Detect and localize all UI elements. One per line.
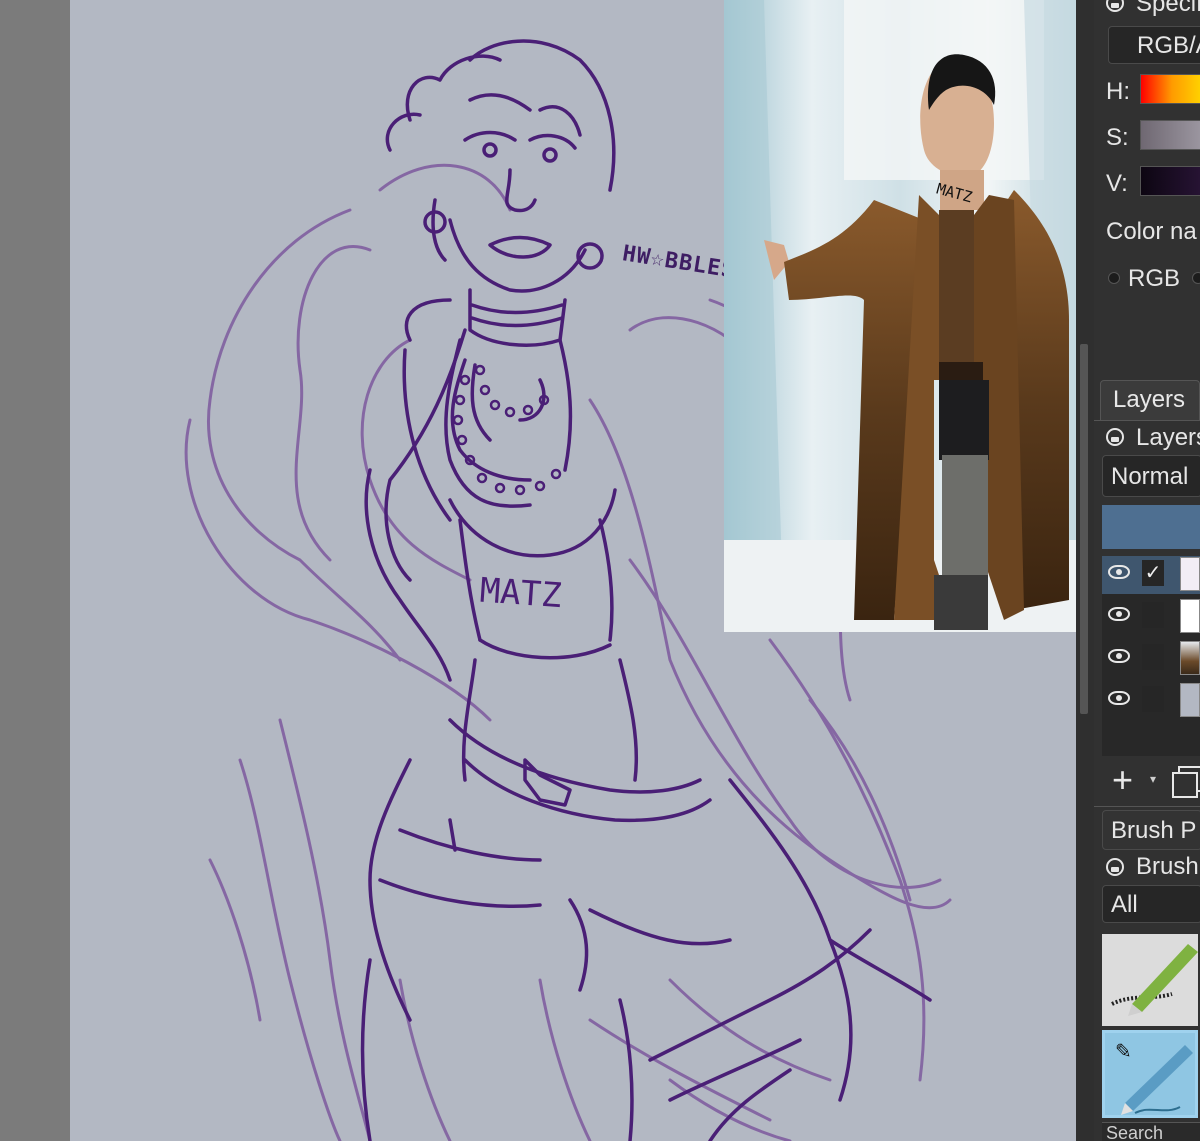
- blend-mode-select[interactable]: Normal: [1102, 455, 1200, 497]
- panel-divider: [1094, 806, 1200, 807]
- brush-header: Brush: [1136, 853, 1199, 880]
- brush-preset[interactable]: [1102, 934, 1198, 1026]
- workspace-background: [0, 0, 70, 1141]
- brush-filter-select[interactable]: All: [1102, 885, 1200, 923]
- eye-icon[interactable]: [1108, 607, 1130, 621]
- layer-check[interactable]: [1142, 686, 1164, 712]
- layer-thumbnail: [1180, 599, 1200, 633]
- right-dock-panel: Specific RGB/A H: S: V: Color na RGB Lay…: [1094, 0, 1200, 1141]
- rgb-radio-label: RGB: [1128, 265, 1181, 292]
- layer-row[interactable]: [1102, 640, 1200, 678]
- layers-lock-icon[interactable]: [1106, 428, 1124, 446]
- saturation-label: S:: [1106, 124, 1129, 151]
- layer-check[interactable]: [1142, 602, 1164, 628]
- tab-divider: [1094, 420, 1200, 421]
- canvas-scrollbar[interactable]: [1076, 0, 1094, 1141]
- value-label: V:: [1106, 170, 1128, 197]
- layer-check[interactable]: [1142, 644, 1164, 670]
- hue-slider[interactable]: [1140, 74, 1200, 104]
- layers-header: Layers: [1136, 424, 1200, 451]
- eye-icon[interactable]: [1108, 649, 1130, 663]
- duplicate-layer-icon[interactable]: [1172, 766, 1200, 798]
- add-layer-button[interactable]: +: [1112, 762, 1133, 798]
- layer-row[interactable]: [1102, 598, 1200, 636]
- reference-photo-image: MATZ: [724, 0, 1076, 632]
- brush-presets-title[interactable]: Brush P: [1102, 810, 1200, 850]
- brush-search-field[interactable]: Search: [1102, 1122, 1200, 1141]
- color-name-label: Color na: [1106, 218, 1197, 245]
- layer-row[interactable]: ✓: [1102, 556, 1200, 594]
- eye-icon[interactable]: [1108, 691, 1130, 705]
- rgb-radio[interactable]: [1108, 272, 1120, 284]
- eye-icon[interactable]: [1108, 565, 1130, 579]
- saturation-slider[interactable]: [1140, 120, 1200, 150]
- layer-thumbnail: [1180, 641, 1200, 675]
- hue-label: H:: [1106, 78, 1130, 105]
- value-slider[interactable]: [1140, 166, 1200, 196]
- chevron-down-icon[interactable]: ▾: [1150, 772, 1156, 786]
- reference-photo[interactable]: MATZ: [724, 0, 1076, 632]
- layer-thumbnail: [1180, 557, 1200, 591]
- shirt-text: MATZ: [478, 571, 562, 617]
- color-panel-title: Specific: [1136, 0, 1200, 17]
- color-panel-lock-icon[interactable]: [1106, 0, 1124, 12]
- brush-preset-selected[interactable]: ✎: [1102, 1030, 1198, 1118]
- brush-lock-icon[interactable]: [1106, 858, 1124, 876]
- layer-row[interactable]: [1102, 682, 1200, 720]
- layer-properties-strip[interactable]: [1102, 505, 1200, 549]
- canvas-scrollbar-thumb[interactable]: [1080, 344, 1088, 714]
- edit-icon[interactable]: ✎: [1115, 1039, 1132, 1064]
- hex-radio[interactable]: [1192, 272, 1200, 284]
- tab-layers[interactable]: Layers: [1100, 380, 1200, 420]
- pencil-brush-icon: [1111, 944, 1198, 1016]
- layer-check[interactable]: ✓: [1142, 560, 1164, 586]
- layer-thumbnail: [1180, 683, 1200, 717]
- color-model-select[interactable]: RGB/A: [1108, 26, 1200, 64]
